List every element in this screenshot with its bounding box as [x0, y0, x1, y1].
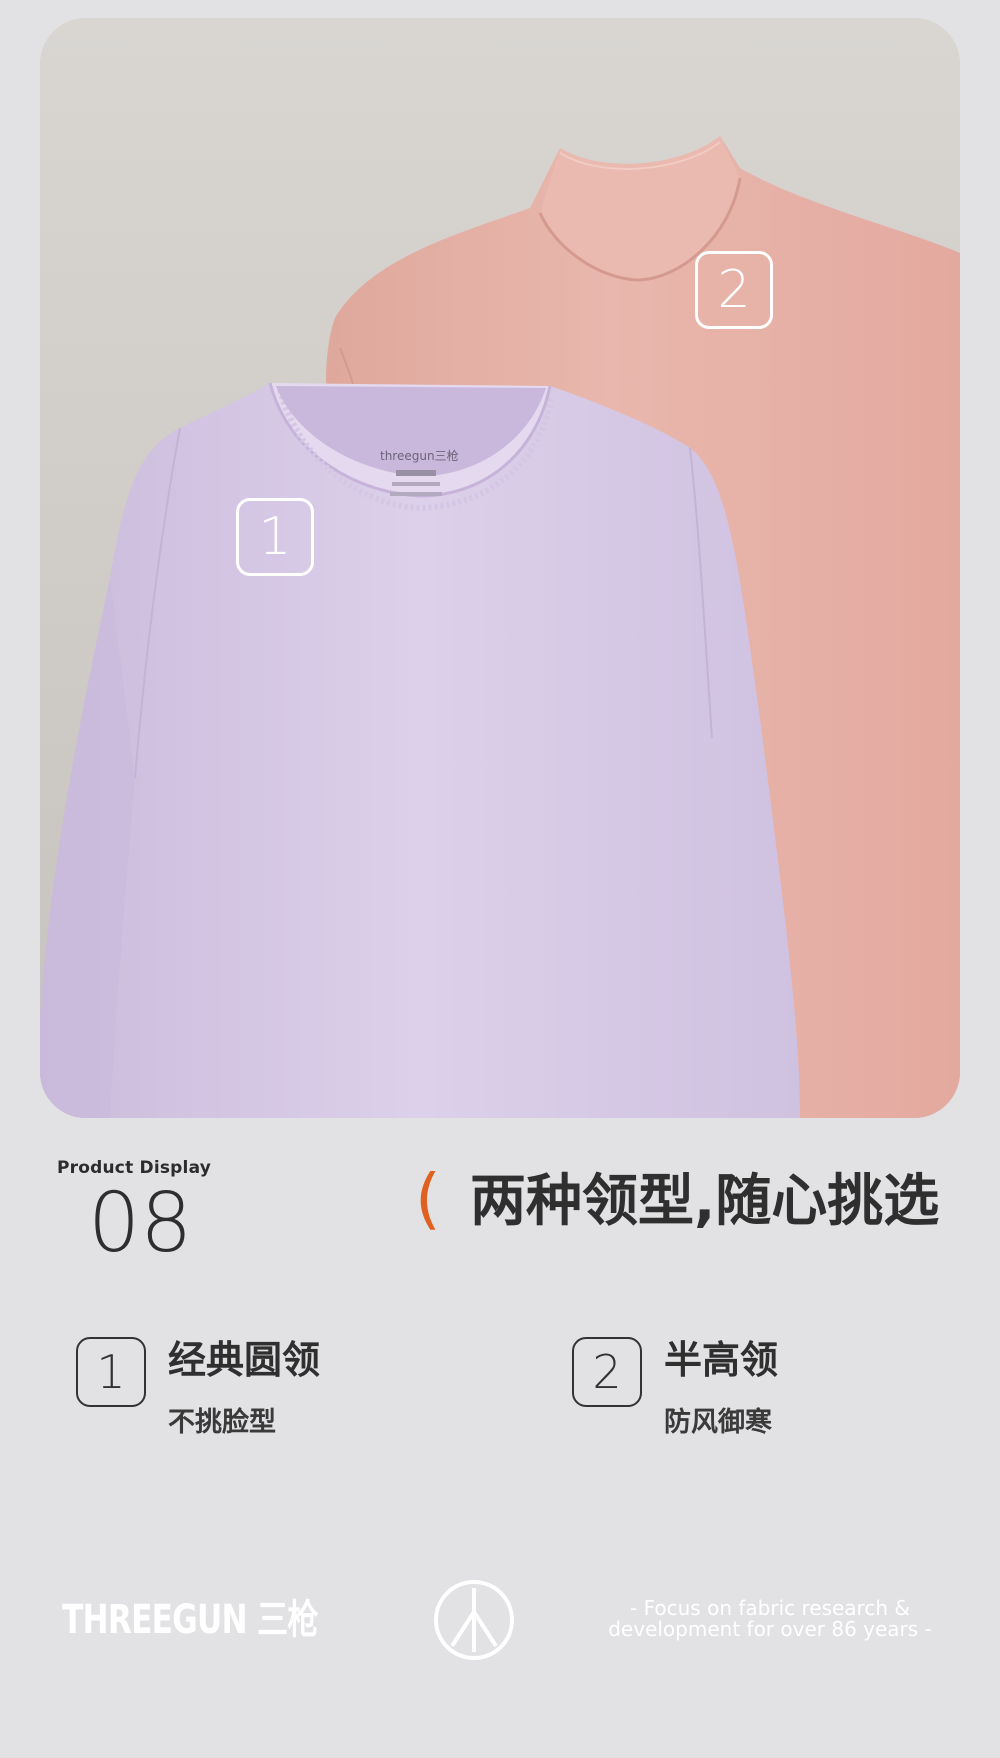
callout-marker-2: 2 — [695, 251, 773, 329]
section-number: 08 — [88, 1176, 193, 1271]
tagline-line-2: development for over 86 years - — [608, 1617, 932, 1641]
garment-label-text: threegun三枪 — [380, 448, 459, 463]
product-photo: threegun三枪 1 2 — [40, 18, 960, 1118]
lilac-crew-neck-shirt: threegun三枪 — [40, 382, 800, 1118]
shirts-illustration: threegun三枪 — [40, 18, 960, 1118]
feature-number-badge: 1 — [76, 1337, 146, 1407]
brand-tagline: - Focus on fabric research & development… — [590, 1598, 950, 1640]
page-headline: 两种领型,随心挑选 — [470, 1169, 940, 1234]
threegun-logo-icon — [434, 1580, 514, 1660]
feature-number-badge: 2 — [572, 1337, 642, 1407]
feature-title: 经典圆领 — [168, 1338, 321, 1382]
feature-subtitle: 防风御寒 — [664, 1407, 772, 1438]
product-detail-page: threegun三枪 1 2 Product Display 08 ( 两种领型… — [0, 0, 1000, 1758]
headline-parenthesis-icon: ( — [415, 1160, 441, 1237]
callout-marker-1: 1 — [236, 498, 314, 576]
tagline-line-1: - Focus on fabric research & — [630, 1596, 910, 1620]
section-label: Product Display — [57, 1158, 211, 1178]
feature-subtitle: 不挑脸型 — [168, 1407, 276, 1438]
brand-wordmark: THREEGUN 三枪 — [62, 1597, 319, 1643]
feature-title: 半高领 — [664, 1338, 779, 1382]
